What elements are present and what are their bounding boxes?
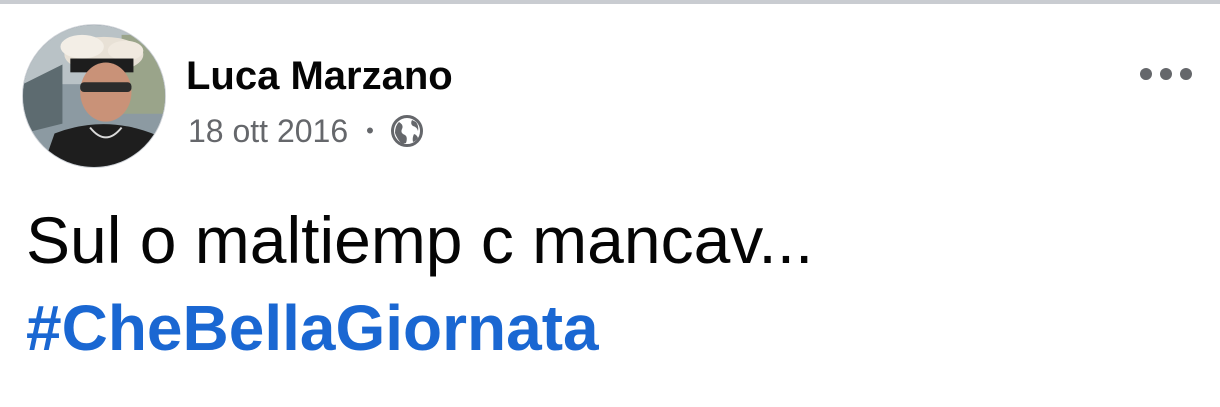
post-text: Sul o maltiemp c mancav... <box>26 203 814 277</box>
more-options-icon <box>1140 68 1152 80</box>
post-date[interactable]: 18 ott 2016 <box>188 109 348 153</box>
top-divider <box>0 0 1220 4</box>
post-meta: 18 ott 2016 • <box>188 109 424 153</box>
author-name[interactable]: Luca Marzano <box>186 50 453 102</box>
more-options-icon <box>1180 68 1192 80</box>
more-options-icon <box>1160 68 1172 80</box>
avatar-image <box>23 25 165 167</box>
avatar[interactable] <box>22 24 166 168</box>
meta-separator: • <box>366 118 374 143</box>
hashtag-link[interactable]: #CheBellaGiornata <box>26 288 599 368</box>
more-options-button[interactable] <box>1132 56 1200 92</box>
globe-icon[interactable] <box>390 114 424 148</box>
